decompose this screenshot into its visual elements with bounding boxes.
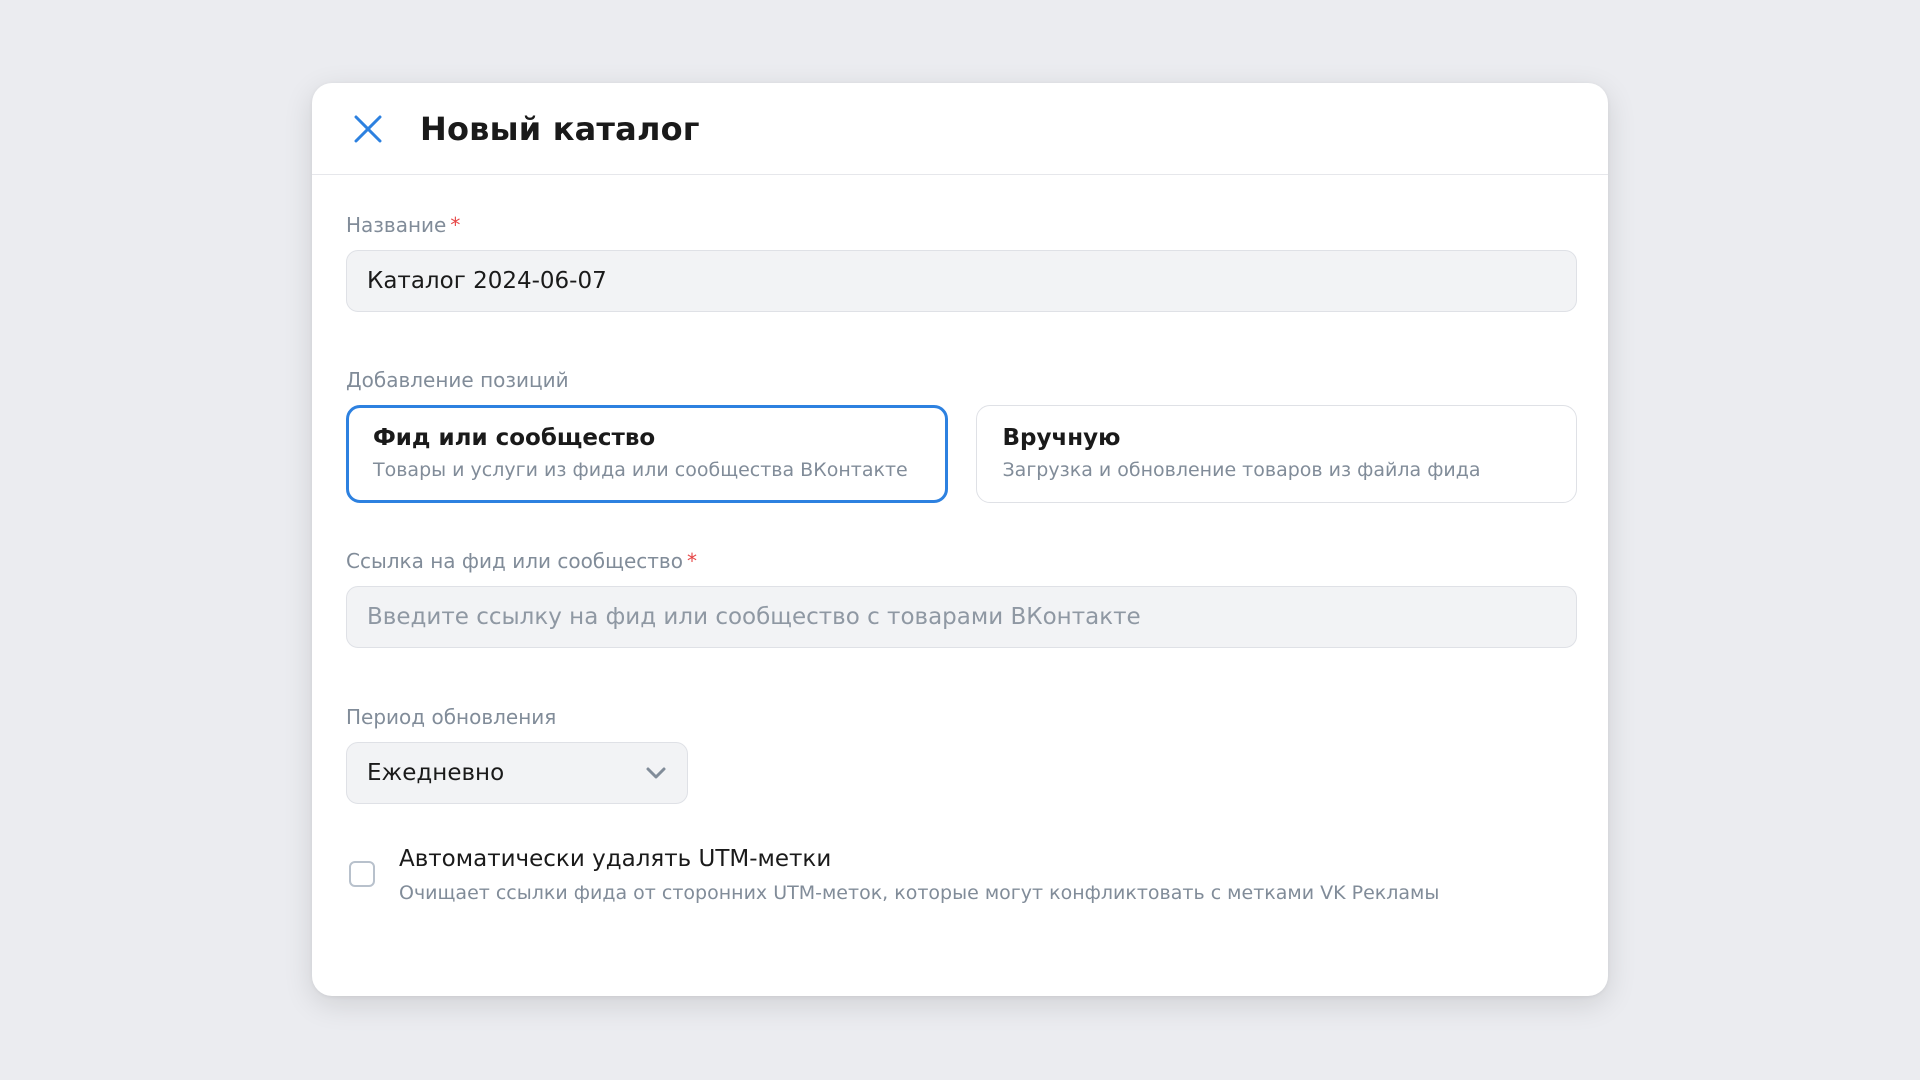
required-mark: *: [450, 213, 461, 237]
name-input[interactable]: [346, 250, 1577, 312]
modal-body: Название* Добавление позиций Фид или соо…: [312, 175, 1608, 904]
update-period-label: Период обновления: [346, 705, 557, 729]
add-positions-label: Добавление позиций: [346, 368, 569, 392]
utm-checkbox-description: Очищает ссылки фида от сторонних UTM-мет…: [399, 882, 1440, 904]
utm-checkbox-text: Автоматически удалять UTM-метки Очищает …: [399, 844, 1439, 904]
name-field-group: Название *: [346, 213, 1577, 312]
chevron-down-icon: [646, 767, 666, 779]
modal-header: Новый каталог: [312, 83, 1608, 175]
close-button[interactable]: [342, 103, 394, 155]
link-input[interactable]: [346, 586, 1577, 648]
close-icon: [354, 115, 382, 142]
utm-checkbox-row: Автоматически удалять UTM-метки Очищает …: [346, 844, 1577, 904]
utm-checkbox-title[interactable]: Автоматически удалять UTM-метки: [399, 846, 1439, 872]
option-description: Загрузка и обновление товаров из файла ф…: [1002, 459, 1481, 481]
update-period-select[interactable]: Ежедневно: [346, 742, 688, 804]
option-title: Фид или сообщество: [373, 425, 656, 451]
modal-title: Новый каталог: [420, 109, 700, 148]
link-label: Ссылка на фид или сообщество *: [346, 549, 1577, 573]
utm-checkbox[interactable]: [349, 861, 375, 887]
add-positions-options: Фид или сообщество Товары и услуги из фи…: [346, 405, 1577, 503]
name-label: Название *: [346, 213, 1577, 237]
new-catalog-modal: Новый каталог Название* Добавление позиц…: [312, 83, 1608, 996]
option-description: Товары и услуги из фида или сообщества В…: [373, 459, 908, 481]
required-mark: *: [686, 549, 697, 573]
link-label-text: Ссылка на фид или сообщество: [346, 549, 683, 573]
update-period-value: Ежедневно: [367, 760, 505, 786]
link-field-group: Ссылка на фид или сообщество *: [346, 549, 1577, 648]
option-feed-or-community[interactable]: Фид или сообщество Товары и услуги из фи…: [346, 405, 948, 503]
option-title: Вручную: [1002, 425, 1121, 451]
add-positions-group: Добавление позиций Фид или сообщество То…: [346, 368, 1577, 503]
name-label-text: Название: [346, 213, 447, 237]
update-period-group: Период обновления Ежедневно: [346, 705, 1577, 804]
option-manual[interactable]: Вручную Загрузка и обновление товаров из…: [975, 405, 1577, 503]
